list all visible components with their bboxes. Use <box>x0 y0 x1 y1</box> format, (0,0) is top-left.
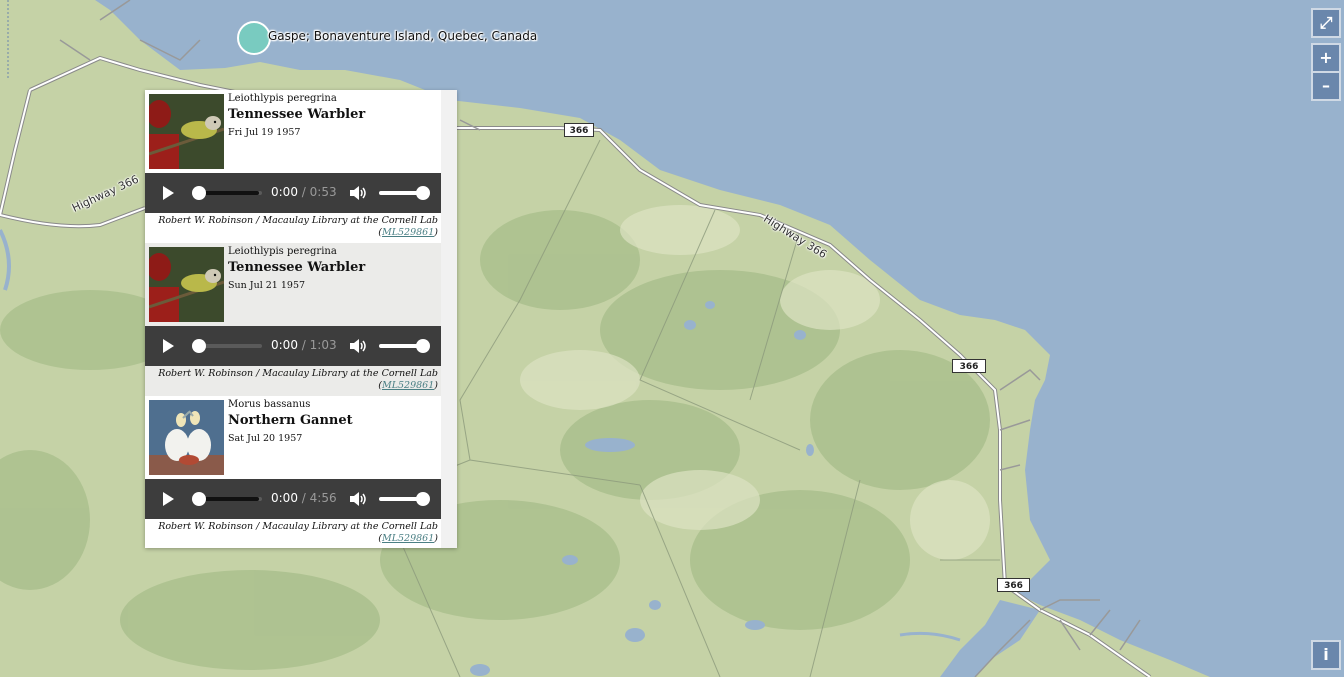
zoom-in-button[interactable]: + <box>1311 43 1341 72</box>
volume-slider[interactable] <box>379 492 430 506</box>
popup-scrollbar[interactable] <box>441 90 457 548</box>
audio-player: 0:00 / 1:03 <box>145 326 441 366</box>
volume-icon[interactable] <box>350 186 368 200</box>
credit-text: Robert W. Robinson / Macaulay Library at… <box>158 521 438 532</box>
tennessee-warbler-photo <box>149 247 224 322</box>
observation-date: Sun Jul 21 1957 <box>228 280 306 291</box>
credit: Robert W. Robinson / Macaulay Library at… <box>158 368 438 391</box>
volume-slider[interactable] <box>379 339 430 353</box>
fullscreen-button[interactable]: ⤢ <box>1311 8 1341 38</box>
playback-time: 0:00 / 1:03 <box>271 338 337 352</box>
progress-slider[interactable] <box>192 186 262 200</box>
catalog-link[interactable]: ML529861 <box>382 227 434 238</box>
duration: / 0:53 <box>301 185 337 199</box>
scientific-name: Leiothlypis peregrina <box>228 93 337 104</box>
playback-time: 0:00 / 4:56 <box>271 491 337 505</box>
credit-text: Robert W. Robinson / Macaulay Library at… <box>158 368 438 379</box>
observation-item: Morus bassanus Northern Gannet Sat Jul 2… <box>145 396 457 548</box>
progress-slider[interactable] <box>192 339 262 353</box>
current-time: 0:00 <box>271 338 298 352</box>
observations-popup: Leiothlypis peregrina Tennessee Warbler … <box>145 90 457 548</box>
northern-gannet-photo <box>149 400 224 475</box>
zoom-out-button[interactable]: – <box>1311 71 1341 101</box>
scientific-name: Leiothlypis peregrina <box>228 246 337 257</box>
progress-knob[interactable] <box>192 186 206 200</box>
current-time: 0:00 <box>271 185 298 199</box>
volume-knob[interactable] <box>416 339 430 353</box>
credit: Robert W. Robinson / Macaulay Library at… <box>158 215 438 238</box>
route-shield: 366 <box>952 359 986 373</box>
common-name: Tennessee Warbler <box>228 260 366 275</box>
observation-date: Sat Jul 20 1957 <box>228 433 303 444</box>
current-time: 0:00 <box>271 491 298 505</box>
play-icon[interactable] <box>163 492 174 506</box>
observation-item: Leiothlypis peregrina Tennessee Warbler … <box>145 90 457 243</box>
play-icon[interactable] <box>163 186 174 200</box>
progress-knob[interactable] <box>192 492 206 506</box>
route-shield: 366 <box>564 123 594 137</box>
buffered-bar <box>198 191 259 195</box>
volume-knob[interactable] <box>416 186 430 200</box>
observation-item: Leiothlypis peregrina Tennessee Warbler … <box>145 243 457 396</box>
scientific-name: Morus bassanus <box>228 399 311 410</box>
playback-time: 0:00 / 0:53 <box>271 185 337 199</box>
common-name: Tennessee Warbler <box>228 107 366 122</box>
credit-text: Robert W. Robinson / Macaulay Library at… <box>158 215 438 226</box>
route-shield: 366 <box>997 578 1030 592</box>
progress-slider[interactable] <box>192 492 262 506</box>
volume-slider[interactable] <box>379 186 430 200</box>
audio-player: 0:00 / 0:53 <box>145 173 441 213</box>
duration: / 1:03 <box>301 338 337 352</box>
location-label: Gaspe; Bonaventure Island, Quebec, Canad… <box>268 29 538 43</box>
catalog-link[interactable]: ML529861 <box>382 380 434 391</box>
observation-date: Fri Jul 19 1957 <box>228 127 301 138</box>
tennessee-warbler-photo <box>149 94 224 169</box>
volume-knob[interactable] <box>416 492 430 506</box>
catalog-link[interactable]: ML529861 <box>382 533 434 544</box>
progress-knob[interactable] <box>192 339 206 353</box>
expand-icon: ⤢ <box>1319 13 1333 32</box>
info-button[interactable]: i <box>1311 640 1341 670</box>
common-name: Northern Gannet <box>228 413 353 428</box>
volume-icon[interactable] <box>350 492 368 506</box>
location-marker[interactable] <box>237 21 271 55</box>
buffered-bar <box>198 497 259 501</box>
play-icon[interactable] <box>163 339 174 353</box>
credit: Robert W. Robinson / Macaulay Library at… <box>158 521 438 544</box>
audio-player: 0:00 / 4:56 <box>145 479 441 519</box>
duration: / 4:56 <box>301 491 337 505</box>
volume-icon[interactable] <box>350 339 368 353</box>
